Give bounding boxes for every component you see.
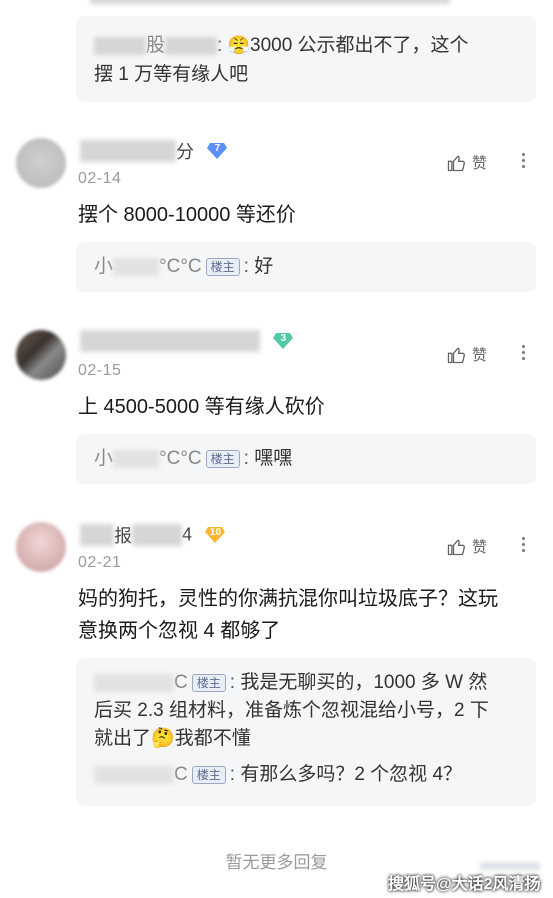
- comment-text-line: 妈的狗托，灵性的你满抗混你叫垃圾底子？这玩: [78, 588, 498, 610]
- reply-text: 有那么多吗？2 个忽视 4？: [240, 764, 463, 785]
- username[interactable]: 3: [80, 330, 294, 354]
- emoji-icon: 😤: [227, 35, 250, 55]
- comment-text: 摆个 8000-10000 等还价: [78, 204, 296, 226]
- comment-date: 02-21: [78, 554, 122, 571]
- level-number: 10: [209, 527, 222, 538]
- thinking-emoji-icon: 🤔: [151, 728, 175, 749]
- avatar[interactable]: [16, 522, 66, 572]
- reply-text: 就出了: [94, 728, 152, 749]
- reply-box: 小 °C°C 楼主: 好: [76, 242, 536, 292]
- blurred-name: [94, 765, 174, 784]
- more-options-icon[interactable]: [516, 150, 530, 172]
- reply-text: 嘿嘿: [254, 448, 293, 469]
- reply-name-prefix: 小: [94, 448, 114, 469]
- level-badge-icon: 10: [204, 526, 226, 544]
- blurred-name: [113, 449, 160, 468]
- username-fragment: 4: [182, 524, 193, 545]
- like-label: 赞: [472, 155, 488, 172]
- more-options-icon[interactable]: [516, 342, 530, 364]
- blurred-name: [80, 524, 114, 546]
- reply-line: C 楼主: 我是无聊买的，1000 多 W 然: [94, 670, 487, 696]
- reply-name-suffix: °C°C: [159, 256, 202, 277]
- reply-name-suffix: C: [174, 672, 188, 693]
- previous-content-cut: [0, 0, 553, 8]
- thumbs-up-icon: [447, 347, 465, 363]
- owner-tag: 楼主: [205, 449, 240, 468]
- thumbs-up-icon: [447, 155, 465, 171]
- level-badge-icon: 7: [206, 142, 228, 160]
- like-button[interactable]: 赞: [446, 344, 487, 365]
- owner-tag: 楼主: [191, 673, 226, 692]
- comment-text-line: 意换两个忽视 4 都够了: [78, 620, 281, 642]
- level-number: 3: [280, 333, 287, 344]
- reply-box-top: 股: 😤3000 公示都出不了，这个 摆 1 万等有缘人吧: [76, 16, 536, 102]
- blurred-name: [94, 36, 146, 55]
- comment-item: 报 4 10 02-21 赞 妈的狗托，灵性的你满抗混你叫垃圾底子？这玩 意换两个…: [0, 514, 553, 814]
- level-badge-icon: 3: [272, 332, 294, 350]
- reply-text-line2: 摆 1 万等有缘人吧: [94, 64, 249, 85]
- blurred-name: [165, 36, 218, 55]
- level-number: 7: [214, 143, 221, 154]
- reply-box: 小 °C°C 楼主: 嘿嘿: [76, 434, 536, 484]
- more-options-icon[interactable]: [516, 534, 530, 556]
- owner-tag: 楼主: [205, 257, 240, 276]
- comment-item: 3 02-15 赞 上 4500-5000 等有缘人砍价 小 °C°C 楼主: 嘿嘿: [0, 322, 553, 492]
- reply-name-prefix: 小: [94, 256, 114, 277]
- reply-line: 小 °C°C 楼主: 好: [94, 256, 274, 277]
- comment-date: 02-15: [78, 362, 122, 379]
- blurred-name: [94, 673, 174, 692]
- watermark: 搜狐号@大话2风清扬: [388, 876, 541, 893]
- comment-date: 02-14: [78, 170, 122, 187]
- blurred-name: [132, 524, 182, 546]
- reply-text: 好: [254, 256, 274, 277]
- reply-text: 我是无聊买的，1000 多 W 然: [240, 672, 488, 693]
- username[interactable]: 报 4 10: [80, 522, 226, 546]
- username-fragment: 报: [114, 526, 132, 546]
- like-button[interactable]: 赞: [446, 536, 487, 557]
- blurred-name: [113, 257, 160, 276]
- reply-line: C 楼主: 有那么多吗？2 个忽视 4？: [94, 762, 462, 788]
- owner-tag: 楼主: [191, 765, 226, 784]
- like-button[interactable]: 赞: [446, 152, 487, 173]
- blurred-name: [80, 140, 176, 162]
- avatar[interactable]: [16, 330, 66, 380]
- blurred-name: [80, 330, 260, 352]
- reply-text: 我都不懂: [174, 728, 251, 749]
- comment-text: 上 4500-5000 等有缘人砍价: [78, 396, 325, 418]
- like-label: 赞: [472, 347, 488, 364]
- reply-line: 股: 😤3000 公示都出不了，这个: [94, 32, 469, 59]
- reply-text-line: 后买 2.3 组材料，准备炼个忽视混给小号，2 下: [94, 700, 489, 721]
- like-label: 赞: [472, 539, 488, 556]
- reply-box: C 楼主: 我是无聊买的，1000 多 W 然 后买 2.3 组材料，准备炼个忽视…: [76, 658, 536, 806]
- username-fragment: 分: [176, 142, 194, 162]
- reply-text: 3000 公示都出不了，这个: [250, 35, 469, 56]
- reply-line: 小 °C°C 楼主: 嘿嘿: [94, 448, 293, 469]
- avatar[interactable]: [16, 138, 66, 188]
- watermark-faint: [480, 862, 540, 870]
- name-fragment: 股: [146, 35, 166, 56]
- reply-name-suffix: C: [174, 764, 188, 785]
- reply-line: 就出了🤔我都不懂: [94, 726, 251, 752]
- username[interactable]: 分 7: [80, 138, 228, 162]
- reply-name-suffix: °C°C: [159, 448, 202, 469]
- comment-item: 分 7 02-14 赞 摆个 8000-10000 等还价 小 °C°C 楼主: 好: [0, 130, 553, 300]
- thumbs-up-icon: [447, 539, 465, 555]
